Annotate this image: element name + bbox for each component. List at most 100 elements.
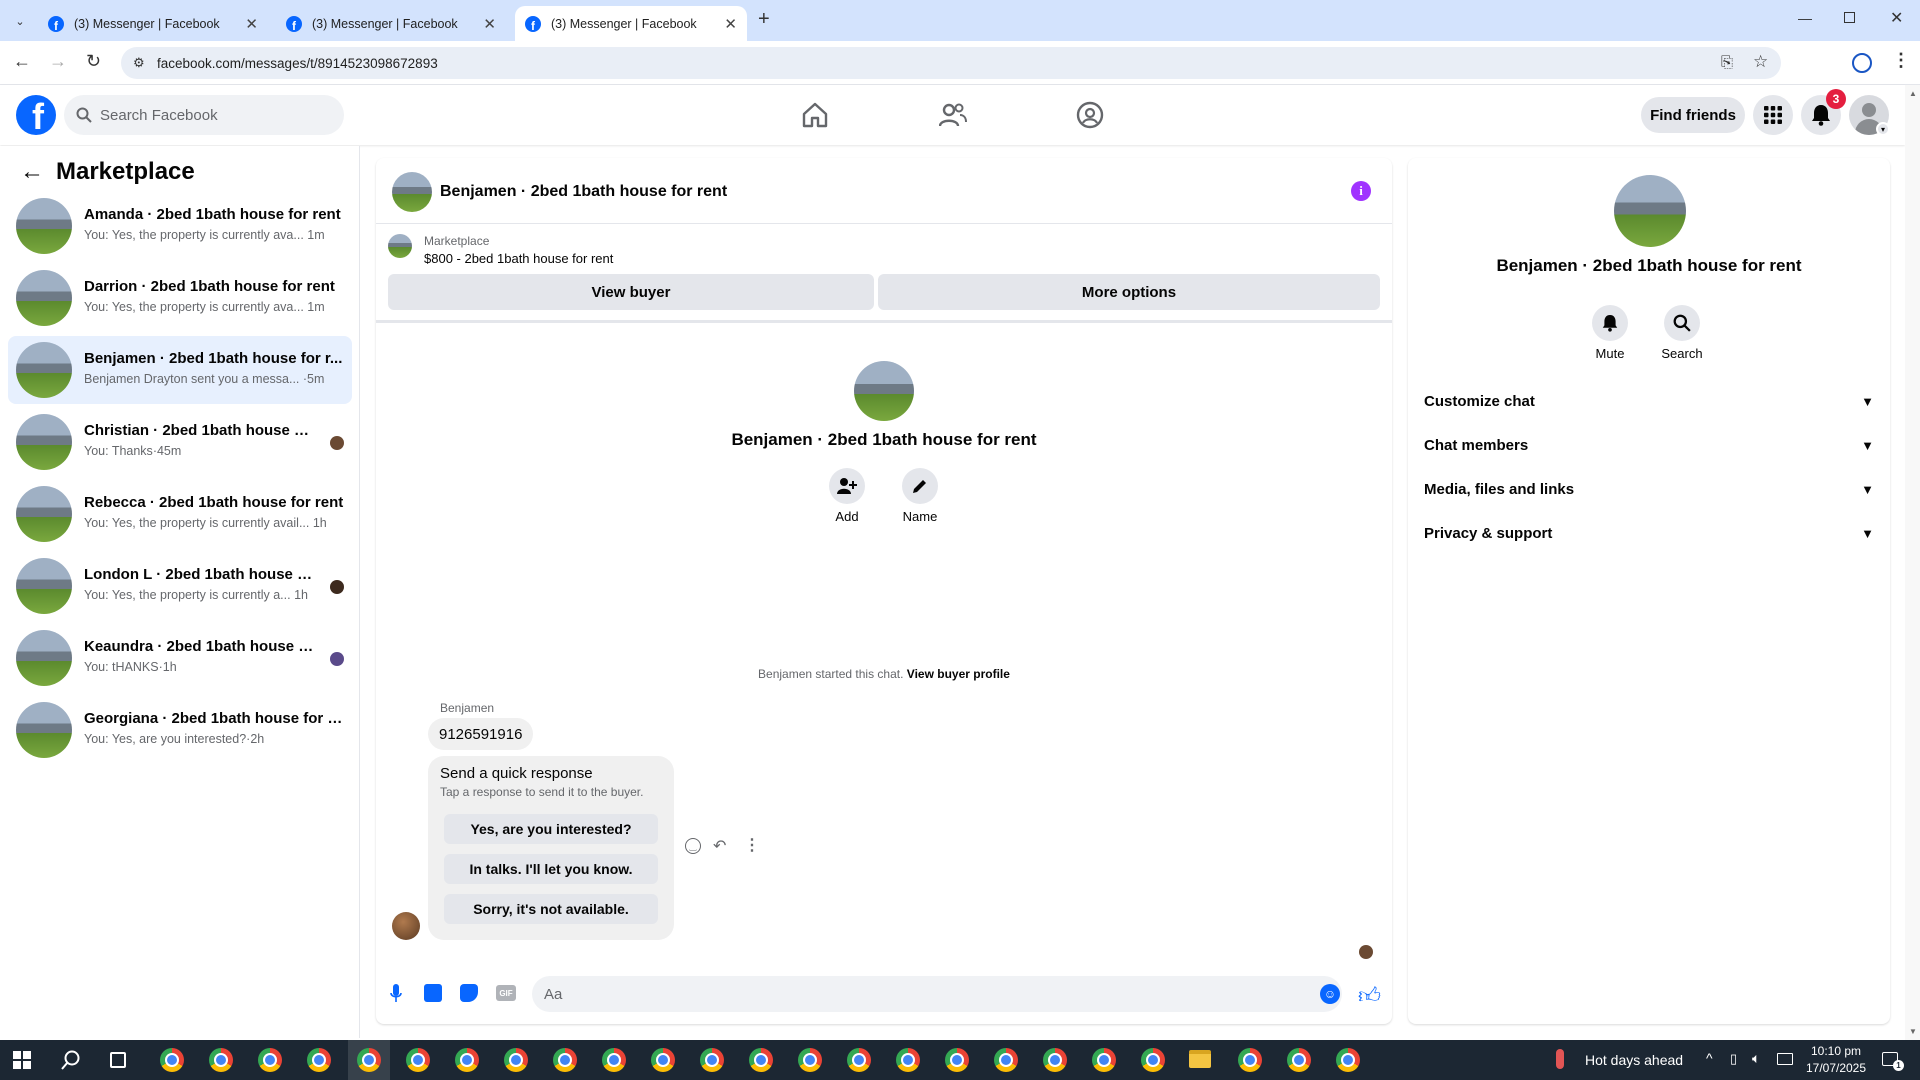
privacy-support-section[interactable]: Privacy & support ▼ (1424, 513, 1874, 553)
profile-icon[interactable] (1852, 53, 1872, 73)
view-buyer-profile-link[interactable]: View buyer profile (907, 667, 1010, 681)
gif-icon[interactable]: GIF (496, 985, 516, 1001)
home-icon[interactable] (801, 102, 829, 128)
tab-search-icon[interactable]: ⌄ (8, 9, 32, 33)
browser-tab[interactable]: f (3) Messenger | Facebook ✕ (38, 6, 268, 41)
browser-tab-active[interactable]: f (3) Messenger | Facebook ✕ (515, 6, 747, 41)
conversation-item[interactable]: Amanda · 2bed 1bath house for rent You: … (8, 192, 352, 260)
close-tab-icon[interactable]: ✕ (245, 15, 258, 33)
url-field[interactable]: ⚙ facebook.com/messages/t/89145230986728… (121, 47, 1781, 79)
windows-start-icon[interactable] (13, 1051, 31, 1069)
menu-grid-button[interactable] (1753, 95, 1793, 135)
customize-chat-section[interactable]: Customize chat ▼ (1424, 381, 1874, 421)
chrome-taskbar-icon[interactable] (209, 1048, 233, 1072)
chrome-taskbar-icon[interactable] (307, 1048, 331, 1072)
photo-attach-icon[interactable] (424, 984, 442, 1002)
conversation-item[interactable]: London L · 2bed 1bath house for... You: … (8, 552, 352, 620)
speaker-icon[interactable]: 🔈︎ (1752, 1050, 1760, 1067)
clock-date[interactable]: 17/07/2025 (1801, 1061, 1871, 1075)
quick-response-button[interactable]: In talks. I'll let you know. (444, 854, 658, 884)
bookmark-star-icon[interactable]: ☆ (1753, 52, 1768, 72)
conversation-item[interactable]: Darrion · 2bed 1bath house for rent You:… (8, 264, 352, 332)
install-app-icon[interactable]: ⎘ (1721, 54, 1733, 71)
chrome-taskbar-icon[interactable] (160, 1048, 184, 1072)
chrome-taskbar-icon[interactable] (945, 1048, 969, 1072)
like-thumb-icon[interactable]: 👍︎ (1358, 982, 1381, 1009)
chrome-taskbar-icon[interactable] (504, 1048, 528, 1072)
close-window-icon[interactable]: ✕ (1890, 8, 1903, 28)
edit-name-button[interactable] (902, 468, 938, 504)
sender-avatar[interactable] (392, 912, 420, 940)
minimize-icon[interactable]: — (1798, 10, 1812, 26)
chat-header-avatar[interactable] (392, 172, 432, 212)
chat-members-section[interactable]: Chat members ▼ (1424, 425, 1874, 465)
sticker-icon[interactable] (460, 984, 478, 1002)
quick-response-button[interactable]: Sorry, it's not available. (444, 894, 658, 924)
chrome-taskbar-icon[interactable] (1043, 1048, 1067, 1072)
chrome-taskbar-icon[interactable] (455, 1048, 479, 1072)
chrome-taskbar-icon[interactable] (357, 1048, 381, 1072)
conversation-item[interactable]: Rebecca · 2bed 1bath house for rent You:… (8, 480, 352, 548)
message-input[interactable]: Aa ☺ (532, 976, 1342, 1012)
listing-title[interactable]: $800 - 2bed 1bath house for rent (424, 251, 613, 266)
conversation-item[interactable]: Georgiana · 2bed 1bath house for r... Yo… (8, 696, 352, 764)
chat-header-title[interactable]: Benjamen · 2bed 1bath house for rent (440, 183, 727, 201)
chrome-taskbar-icon[interactable] (700, 1048, 724, 1072)
chrome-taskbar-icon[interactable] (1238, 1048, 1262, 1072)
chrome-taskbar-icon[interactable] (1141, 1048, 1165, 1072)
message-bubble[interactable]: 9126591916 (428, 718, 534, 750)
close-tab-icon[interactable]: ✕ (724, 15, 737, 33)
back-icon[interactable]: ← (13, 51, 31, 72)
thermometer-icon[interactable] (1556, 1049, 1564, 1069)
account-chevron-icon[interactable]: ▾ (1876, 122, 1890, 136)
conversation-item[interactable]: Christian · 2bed 1bath house for... You:… (8, 408, 352, 476)
browser-menu-icon[interactable]: ⋮ (1892, 50, 1910, 71)
chrome-taskbar-icon[interactable] (1336, 1048, 1360, 1072)
reply-icon[interactable]: ↶ (713, 836, 726, 856)
new-tab-icon[interactable]: + (758, 8, 770, 31)
facebook-logo-icon[interactable]: f (16, 95, 56, 135)
add-person-button[interactable] (829, 468, 865, 504)
page-scrollbar[interactable]: ▲ ▼ (1905, 85, 1920, 1040)
clock-time[interactable]: 10:10 pm (1806, 1044, 1866, 1058)
network-icon[interactable] (1777, 1053, 1793, 1065)
search-conversation-button[interactable] (1664, 305, 1700, 341)
close-tab-icon[interactable]: ✕ (483, 15, 496, 33)
quick-response-button[interactable]: Yes, are you interested? (444, 814, 658, 844)
weather-text[interactable]: Hot days ahead (1585, 1052, 1683, 1068)
groups-icon[interactable] (1076, 101, 1104, 129)
restore-icon[interactable] (1844, 12, 1855, 23)
chrome-taskbar-icon[interactable] (651, 1048, 675, 1072)
emoji-icon[interactable]: ☺ (1320, 984, 1340, 1004)
chrome-taskbar-icon[interactable] (798, 1048, 822, 1072)
reload-icon[interactable]: ↻ (86, 51, 101, 72)
media-files-links-section[interactable]: Media, files and links ▼ (1424, 469, 1874, 509)
chrome-taskbar-icon[interactable] (847, 1048, 871, 1072)
chrome-taskbar-icon[interactable] (896, 1048, 920, 1072)
file-explorer-icon[interactable] (1189, 1050, 1211, 1068)
chrome-taskbar-icon[interactable] (602, 1048, 626, 1072)
react-emoji-icon[interactable]: ‿ (685, 838, 701, 854)
search-facebook-input[interactable]: Search Facebook (64, 95, 344, 135)
friends-icon[interactable] (939, 102, 967, 128)
task-view-icon[interactable] (110, 1052, 126, 1068)
chrome-taskbar-icon[interactable] (553, 1048, 577, 1072)
back-arrow-icon[interactable]: ← (20, 158, 44, 186)
more-actions-icon[interactable]: ⋮ (744, 835, 760, 855)
more-options-button[interactable]: More options (878, 274, 1380, 310)
taskbar-search-icon[interactable] (61, 1050, 81, 1070)
view-buyer-button[interactable]: View buyer (388, 274, 874, 310)
mute-button[interactable] (1592, 305, 1628, 341)
tray-chevron-icon[interactable]: ^ (1706, 1050, 1713, 1066)
chrome-taskbar-icon[interactable] (749, 1048, 773, 1072)
conversation-item-selected[interactable]: Benjamen · 2bed 1bath house for r... Ben… (8, 336, 352, 404)
chrome-taskbar-icon[interactable] (258, 1048, 282, 1072)
site-info-icon[interactable]: ⚙ (133, 55, 145, 71)
chrome-taskbar-icon[interactable] (1092, 1048, 1116, 1072)
voice-clip-icon[interactable] (390, 984, 402, 1004)
chrome-taskbar-icon[interactable] (406, 1048, 430, 1072)
chrome-taskbar-icon[interactable] (1287, 1048, 1311, 1072)
conversation-item[interactable]: Keaundra · 2bed 1bath house fo... You: t… (8, 624, 352, 692)
find-friends-button[interactable]: Find friends (1641, 97, 1745, 133)
device-icon[interactable]: ▯ (1730, 1051, 1737, 1067)
